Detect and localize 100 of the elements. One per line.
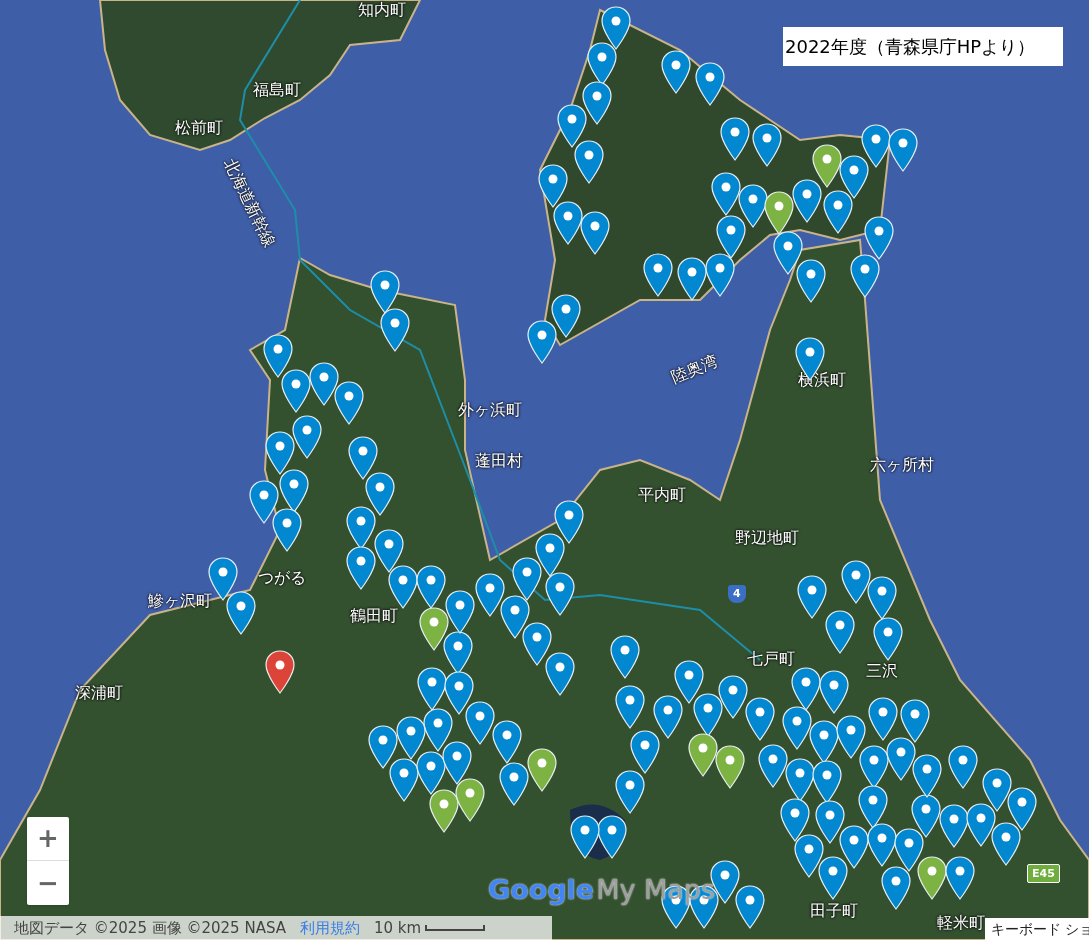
map-marker[interactable] xyxy=(711,172,742,217)
map-marker[interactable] xyxy=(781,705,812,750)
map-marker[interactable] xyxy=(981,767,1012,812)
map-marker[interactable] xyxy=(966,802,997,847)
map-marker[interactable] xyxy=(818,856,849,901)
map-marker[interactable] xyxy=(676,257,707,302)
map-marker[interactable] xyxy=(265,650,295,694)
map-marker[interactable] xyxy=(279,468,310,513)
map-marker[interactable] xyxy=(911,753,942,798)
map-marker[interactable] xyxy=(734,884,765,929)
map-marker[interactable] xyxy=(841,559,872,604)
map-marker[interactable] xyxy=(715,744,746,789)
map-marker[interactable] xyxy=(867,823,898,868)
map-marker[interactable] xyxy=(835,715,866,760)
map-marker[interactable] xyxy=(773,230,803,275)
map-marker[interactable] xyxy=(899,699,930,744)
map-marker[interactable] xyxy=(348,436,379,481)
map-marker[interactable] xyxy=(917,855,948,900)
map-marker[interactable] xyxy=(797,575,827,619)
map-marker[interactable] xyxy=(370,270,400,314)
map-marker[interactable] xyxy=(527,320,557,365)
map-marker[interactable] xyxy=(717,674,748,719)
map-marker[interactable] xyxy=(388,757,419,802)
map-marker[interactable] xyxy=(570,815,600,859)
map-marker[interactable] xyxy=(815,799,846,844)
map-marker[interactable] xyxy=(492,720,522,764)
map-marker[interactable] xyxy=(581,81,612,125)
map-marker[interactable] xyxy=(881,865,912,910)
map-marker[interactable] xyxy=(1007,787,1038,831)
map-marker[interactable] xyxy=(643,253,673,297)
map-marker[interactable] xyxy=(866,576,897,621)
map-marker[interactable] xyxy=(574,139,604,184)
map-marker[interactable] xyxy=(873,617,903,661)
map-marker[interactable] xyxy=(886,736,917,781)
map-marker[interactable] xyxy=(850,254,880,298)
map-marker[interactable] xyxy=(535,532,566,577)
map-marker[interactable] xyxy=(422,708,453,753)
map-marker[interactable] xyxy=(552,201,583,246)
map-marker[interactable] xyxy=(364,471,395,516)
map-marker[interactable] xyxy=(545,652,575,696)
map-marker[interactable] xyxy=(785,757,816,802)
map-marker[interactable] xyxy=(537,164,568,209)
map-marker[interactable] xyxy=(465,701,496,746)
map-marker[interactable] xyxy=(812,759,843,804)
map-marker[interactable] xyxy=(794,834,825,879)
map-marker[interactable] xyxy=(263,334,294,379)
map-marker[interactable] xyxy=(415,751,446,796)
map-marker[interactable] xyxy=(795,259,826,304)
map-marker[interactable] xyxy=(522,622,553,667)
map-marker[interactable] xyxy=(888,128,918,173)
map-marker[interactable] xyxy=(779,797,810,842)
map-marker[interactable] xyxy=(823,190,853,234)
map-marker[interactable] xyxy=(630,730,660,774)
map-marker[interactable] xyxy=(910,793,941,838)
map-marker[interactable] xyxy=(990,822,1021,867)
map-marker[interactable] xyxy=(661,50,691,94)
map-marker[interactable] xyxy=(428,789,459,834)
map-marker[interactable] xyxy=(868,696,899,741)
keyboard-shortcuts-button[interactable]: キーボード ショ xyxy=(985,918,1089,940)
map-marker[interactable] xyxy=(419,606,450,651)
map-marker[interactable] xyxy=(416,565,447,610)
map-marker[interactable] xyxy=(687,733,718,777)
map-marker[interactable] xyxy=(819,670,849,715)
map-marker[interactable] xyxy=(308,361,339,406)
map-marker[interactable] xyxy=(387,564,418,609)
map-marker[interactable] xyxy=(597,815,627,859)
map-marker[interactable] xyxy=(442,741,473,786)
map-marker[interactable] xyxy=(373,528,404,573)
map-marker[interactable] xyxy=(443,671,474,716)
zoom-in-button[interactable]: + xyxy=(27,817,69,861)
map-marker[interactable] xyxy=(764,191,795,236)
map-marker[interactable] xyxy=(368,725,399,770)
map-marker[interactable] xyxy=(716,215,747,260)
map-marker[interactable] xyxy=(695,62,725,106)
map-marker[interactable] xyxy=(553,499,584,544)
map-marker[interactable] xyxy=(579,211,610,256)
map-marker[interactable] xyxy=(556,103,587,148)
map-marker[interactable] xyxy=(499,761,530,806)
map-marker[interactable] xyxy=(839,825,870,870)
map-marker[interactable] xyxy=(615,770,645,814)
map-marker[interactable] xyxy=(615,685,645,729)
map-marker[interactable] xyxy=(792,178,822,223)
map-marker[interactable] xyxy=(893,828,924,873)
map-marker[interactable] xyxy=(860,123,891,168)
map-marker[interactable] xyxy=(280,369,311,414)
map-marker[interactable] xyxy=(445,590,476,635)
map-marker[interactable] xyxy=(825,610,855,654)
map-marker[interactable] xyxy=(544,571,575,616)
map-marker[interactable] xyxy=(857,785,888,830)
map-marker[interactable] xyxy=(416,666,447,711)
map-marker[interactable] xyxy=(526,748,557,793)
map-marker[interactable] xyxy=(674,659,705,704)
map-marker[interactable] xyxy=(944,856,975,901)
map-marker[interactable] xyxy=(346,545,377,590)
map-marker[interactable] xyxy=(226,590,257,635)
map-marker[interactable] xyxy=(704,253,735,298)
map-marker[interactable] xyxy=(745,697,775,741)
map-marker[interactable] xyxy=(653,695,683,739)
map-marker[interactable] xyxy=(720,117,750,161)
map-marker[interactable] xyxy=(610,635,640,679)
